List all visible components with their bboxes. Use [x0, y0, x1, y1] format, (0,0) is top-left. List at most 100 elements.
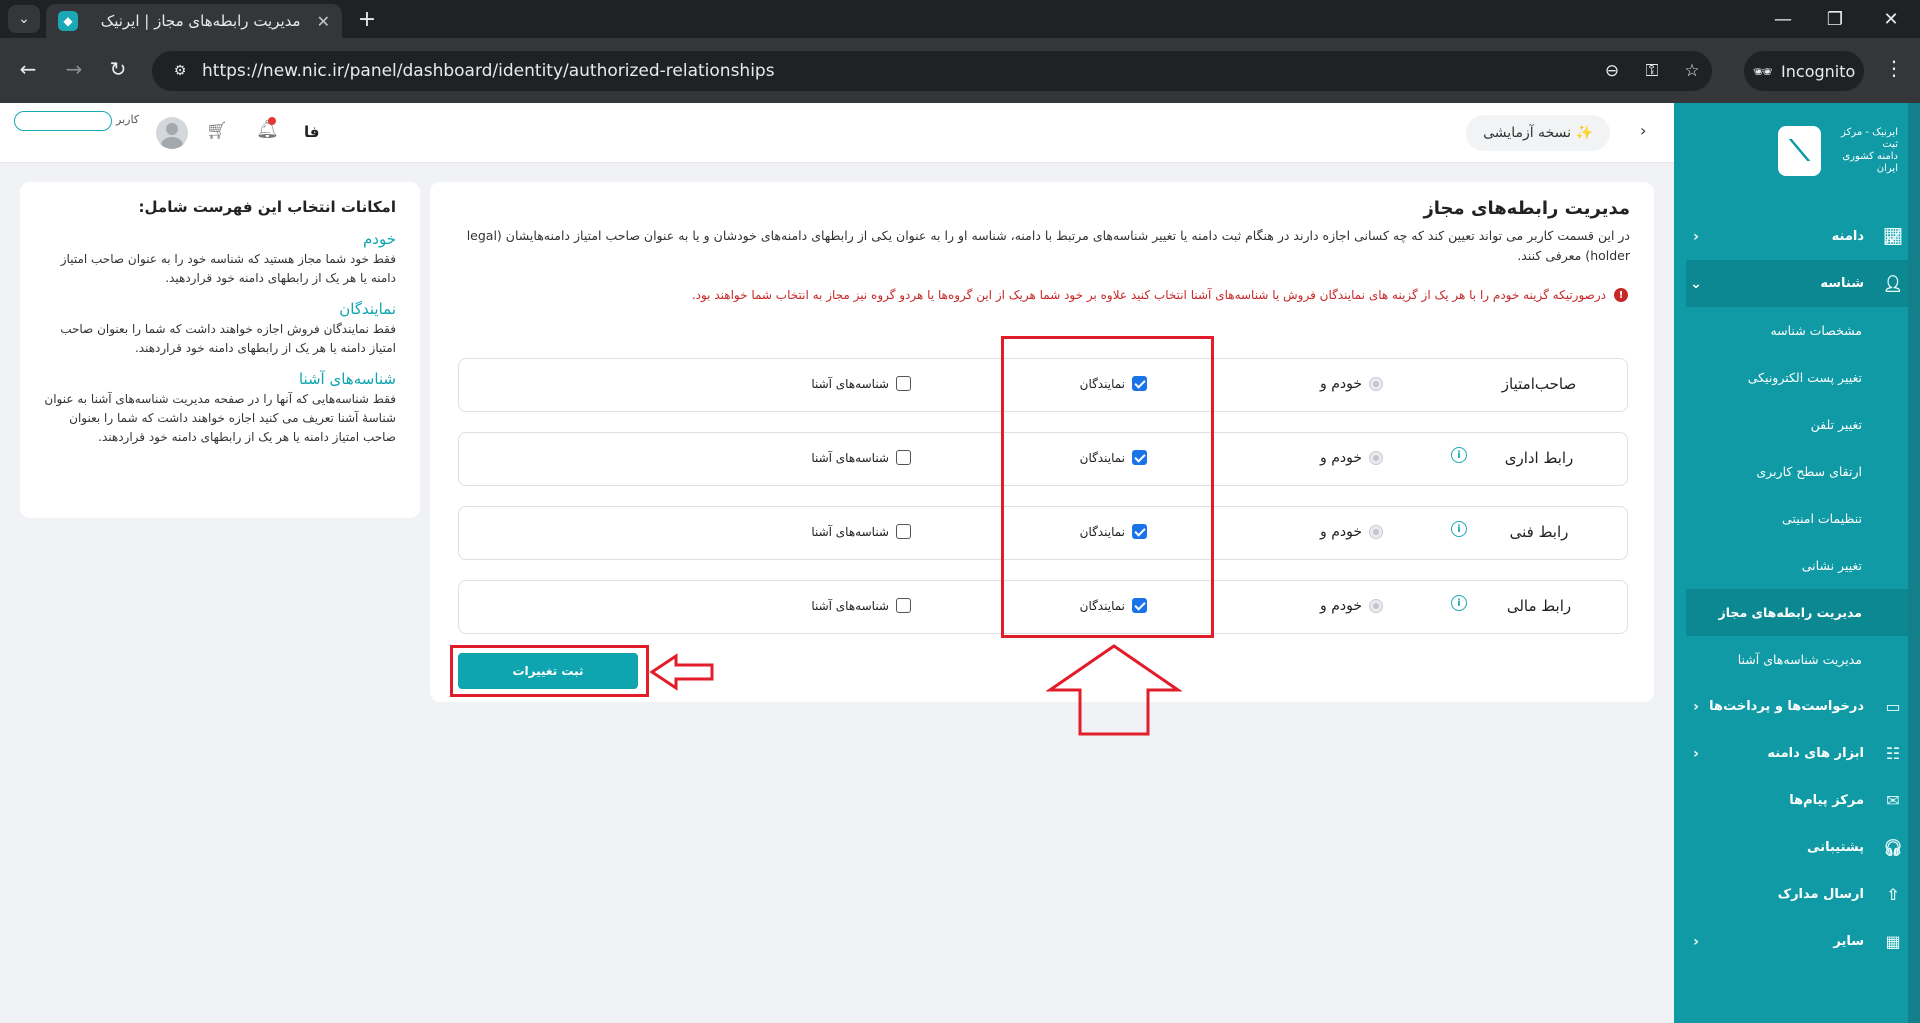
cart-icon[interactable]: 🛒︎	[206, 121, 228, 141]
logo-mark-icon: ⟋	[1778, 126, 1822, 176]
chevron-left-icon: ‹	[1693, 745, 1699, 762]
nic-favicon-icon: ◆	[58, 11, 78, 31]
restore-icon[interactable]: ❐	[1806, 0, 1864, 38]
chevron-left-icon: ‹	[1693, 933, 1699, 950]
address-bar[interactable]: ⚙ https://new.nic.ir/panel/dashboard/ide…	[152, 51, 1712, 91]
top-header: › ✨ نسخه آزمایشی فا 🔔︎ 🛒︎ کاربر	[0, 103, 1674, 163]
sidebar-subitem-known-identities[interactable]: مدیریت شناسه‌های آشنا	[1686, 636, 1908, 683]
url-text[interactable]: https://new.nic.ir/panel/dashboard/ident…	[198, 61, 1592, 81]
minimize-icon[interactable]: —	[1754, 0, 1812, 38]
tab-search-icon[interactable]: ⌄	[8, 5, 40, 33]
known-checkbox-option[interactable]: شناسه‌های آشنا	[811, 524, 911, 539]
sidebar-scrollbar[interactable]	[1908, 103, 1920, 1023]
reload-icon[interactable]: ↻	[102, 53, 134, 85]
password-key-icon[interactable]: ⚿	[1632, 61, 1672, 81]
sidebar-nav: 📈︎ دامنه ‹ 👤︎ شناسه ⌄ مشخصات شناسه تغییر…	[1686, 213, 1920, 965]
row-label: رابط اداری	[1504, 449, 1574, 467]
user-icon: 👤︎	[1882, 274, 1904, 293]
info-icon[interactable]: i	[1451, 521, 1467, 537]
self-radio[interactable]	[1369, 599, 1383, 613]
chevron-left-icon: ‹	[1693, 228, 1699, 245]
sidebar-item-domain[interactable]: 📈︎ دامنه ‹	[1686, 213, 1908, 260]
browser-toolbar: ← → ↻ ⚙ https://new.nic.ir/panel/dashboa…	[0, 38, 1920, 103]
annotation-arrow-left-icon	[649, 653, 714, 691]
back-icon[interactable]: ←	[12, 53, 44, 85]
browser-tabbar: ⌄ ◆ مدیریت رابطه‌های مجاز | ایرنیک ✕ + —…	[0, 0, 1920, 38]
sidebar-item-support[interactable]: 🎧︎ پشتیبانی	[1686, 824, 1908, 871]
known-checkbox-option[interactable]: شناسه‌های آشنا	[811, 598, 911, 613]
sidebar-subitem-upgrade-level[interactable]: ارتقای سطح کاربری	[1686, 448, 1908, 495]
row-label: رابط مالی	[1506, 597, 1572, 615]
nic-logo[interactable]: ایرنیک - مرکز ثبت دامنه کشوری ایران ⟋	[1778, 121, 1898, 181]
incognito-icon: 🕶	[1752, 61, 1774, 81]
language-switch[interactable]: فا	[304, 123, 319, 141]
sidebar-item-domain-tools[interactable]: ☷ ابزار های دامنه ‹	[1686, 730, 1908, 777]
sidebar-subitem-security-settings[interactable]: تنظیمات امنیتی	[1686, 495, 1908, 542]
page-description: در این قسمت کاربر می تواند تعیین کند که …	[466, 228, 1630, 263]
info-icon[interactable]: i	[1451, 447, 1467, 463]
self-radio[interactable]	[1369, 377, 1383, 391]
incognito-label: Incognito	[1781, 61, 1856, 81]
zoom-icon[interactable]: ⊖	[1592, 61, 1632, 81]
sidebar-item-message-center[interactable]: ✉ مرکز پیام‌ها	[1686, 777, 1908, 824]
card-icon: ▭	[1885, 697, 1901, 716]
self-radio-option[interactable]: خودم و	[1320, 376, 1383, 392]
info-heading-known: شناسه‌های آشنا	[298, 370, 396, 388]
sidebar-subitem-change-address[interactable]: تغییر نشانی	[1686, 542, 1908, 589]
chevron-down-icon: ⌄	[1690, 275, 1702, 292]
self-radio-option[interactable]: خودم و	[1320, 524, 1383, 540]
incognito-badge[interactable]: 🕶 Incognito	[1744, 51, 1864, 91]
collapse-sidebar-icon[interactable]: ›	[1640, 121, 1646, 140]
row-label: رابط فنی	[1509, 523, 1569, 541]
known-checkbox[interactable]	[896, 376, 911, 391]
sidebar-item-requests-payments[interactable]: ▭ درخواست‌ها و پرداخت‌ها ‹	[1686, 683, 1908, 730]
browser-menu-icon[interactable]: ⋮	[1880, 56, 1908, 80]
sidebar-item-identity[interactable]: 👤︎ شناسه ⌄	[1686, 260, 1920, 307]
bookmark-star-icon[interactable]: ☆	[1672, 61, 1712, 81]
info-heading-reps: نمایندگان	[339, 300, 396, 318]
sidebar-subitem-change-email[interactable]: تغییر پست الکترونیکی	[1686, 354, 1908, 401]
self-radio[interactable]	[1369, 525, 1383, 539]
sidebar-item-other[interactable]: ▦ سایر ‹	[1686, 918, 1908, 965]
new-tab-icon[interactable]: +	[352, 4, 382, 34]
annotation-highlight-submit	[450, 645, 649, 697]
info-text-reps: فقط نمایندگان فروش اجازه خواهند داشت که …	[60, 322, 396, 355]
user-label: کاربر	[116, 113, 140, 126]
known-checkbox-option[interactable]: شناسه‌های آشنا	[811, 450, 911, 465]
page-title: مدیریت رابطه‌های مجاز	[1423, 198, 1630, 219]
self-radio[interactable]	[1369, 451, 1383, 465]
known-checkbox[interactable]	[896, 598, 911, 613]
self-radio-option[interactable]: خودم و	[1320, 598, 1383, 614]
sidebar-subitem-authorized-relationships[interactable]: مدیریت رابطه‌های مجاز	[1686, 589, 1920, 636]
tab-close-icon[interactable]: ✕	[317, 12, 330, 31]
warning-icon: !	[1614, 288, 1628, 302]
avatar[interactable]	[156, 117, 188, 149]
forward-icon[interactable]: →	[58, 53, 90, 85]
info-title: امکانات انتخاب این فهرست شامل:	[138, 198, 396, 216]
sidebar-subitem-identity-details[interactable]: مشخصات شناسه	[1686, 307, 1908, 354]
warning-message: ! درصورتیکه گزینه خودم را با هر یک از گز…	[692, 288, 1628, 302]
upload-icon: ⇧	[1886, 885, 1900, 904]
info-text-known: فقط شناسه‌هایی که آنها را در صفحه مدیریت…	[44, 392, 396, 444]
info-card: امکانات انتخاب این فهرست شامل: خودم فقط …	[20, 182, 420, 518]
annotation-highlight-reps-column	[1001, 336, 1214, 638]
window-close-icon[interactable]: ✕	[1862, 0, 1920, 38]
sidebar-subitem-change-phone[interactable]: تغییر تلفن	[1686, 401, 1908, 448]
self-radio-option[interactable]: خودم و	[1320, 450, 1383, 466]
annotation-arrow-up-icon	[1046, 644, 1182, 736]
site-info-icon[interactable]: ⚙	[162, 63, 198, 79]
user-name-pill[interactable]	[14, 111, 112, 131]
known-checkbox-option[interactable]: شناسه‌های آشنا	[811, 376, 911, 391]
sidebar-item-send-documents[interactable]: ⇧ ارسال مدارک	[1686, 871, 1908, 918]
known-checkbox[interactable]	[896, 450, 911, 465]
info-text-self: فقط خود شما مجاز هستید که شناسه خود را ب…	[60, 252, 396, 285]
sidebar: ایرنیک - مرکز ثبت دامنه کشوری ایران ⟋ 📈︎…	[1674, 103, 1920, 1023]
headset-icon: 🎧︎	[1882, 838, 1904, 857]
logo-text: ایرنیک - مرکز ثبت دامنه کشوری ایران	[1841, 127, 1898, 174]
tab-title: مدیریت رابطه‌های مجاز | ایرنیک	[100, 12, 301, 30]
message-icon: ✉	[1886, 791, 1900, 810]
notification-dot	[268, 117, 276, 125]
info-icon[interactable]: i	[1451, 595, 1467, 611]
browser-tab[interactable]: ◆ مدیریت رابطه‌های مجاز | ایرنیک ✕	[46, 4, 342, 38]
known-checkbox[interactable]	[896, 524, 911, 539]
